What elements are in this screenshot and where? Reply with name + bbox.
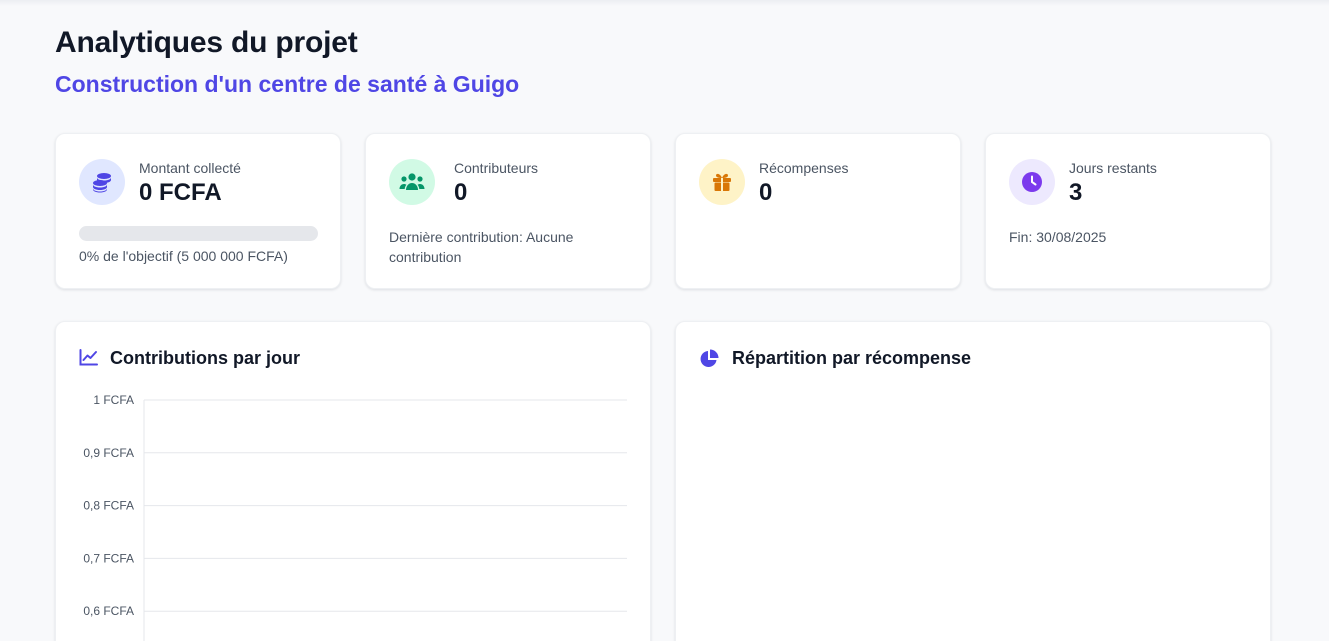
stat-value: 3	[1069, 179, 1083, 206]
pie-chart-icon	[699, 349, 719, 374]
stat-label: Jours restants	[1069, 160, 1157, 176]
stat-value: 0	[759, 179, 773, 206]
stat-label: Contributeurs	[454, 160, 539, 176]
stat-label: Montant collecté	[139, 160, 241, 176]
contributions-line-chart: 1 FCFA 0,9 FCFA 0,8 FCFA 0,7 FCFA 0,6 FCFA	[83, 393, 627, 641]
stat-value: 0 FCFA	[139, 179, 222, 206]
y-tick-label: 0,9 FCFA	[83, 446, 134, 460]
end-date-text: Fin: 30/08/2025	[1009, 229, 1107, 245]
stat-card-contributors: Contributeurs 0 Dernière contribution: A…	[365, 133, 651, 289]
stat-value: 0	[454, 179, 468, 206]
users-icon	[389, 159, 435, 205]
last-contribution-text: Dernière contribution: Aucune contributi…	[389, 229, 574, 265]
stat-label: Récompenses	[759, 160, 849, 176]
goal-progress-text: 0% de l'objectif (5 000 000 FCFA)	[79, 248, 288, 264]
page-title: Analytiques du projet	[55, 26, 358, 59]
y-tick-label: 0,8 FCFA	[83, 499, 134, 513]
panel-contributions-per-day: Contributions par jour 1 FCFA 0,9 FCFA 0,8…	[55, 321, 651, 641]
goal-progress-bar	[79, 226, 318, 241]
y-tick-label: 0,6 FCFA	[83, 604, 134, 618]
project-name: Construction d'un centre de santé à Guig…	[55, 71, 520, 97]
stat-card-amount: Montant collecté 0 FCFA 0% de l'objectif…	[55, 133, 341, 289]
gift-icon	[699, 159, 745, 205]
panel-reward-distribution: Répartition par récompense	[675, 321, 1271, 641]
stat-card-rewards: Récompenses 0	[675, 133, 961, 289]
coins-icon	[79, 159, 125, 205]
top-bar-shadow	[0, 0, 1329, 6]
panel-title: Répartition par récompense	[732, 348, 972, 368]
y-tick-label: 0,7 FCFA	[83, 551, 134, 565]
y-tick-label: 1 FCFA	[93, 393, 134, 407]
clock-icon	[1009, 159, 1055, 205]
stat-card-days-remaining: Jours restants 3 Fin: 30/08/2025	[985, 133, 1271, 289]
